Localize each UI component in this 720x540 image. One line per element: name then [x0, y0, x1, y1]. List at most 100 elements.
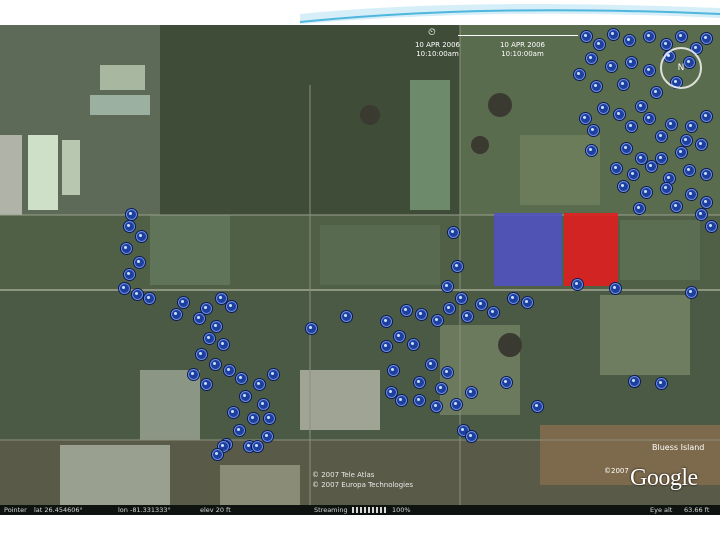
placemark-icon[interactable]: [636, 101, 647, 112]
placemark-icon[interactable]: [396, 395, 407, 406]
placemark-icon[interactable]: [701, 111, 712, 122]
placemark-icon[interactable]: [686, 121, 697, 132]
placemark-icon[interactable]: [666, 119, 677, 130]
placemark-icon[interactable]: [381, 341, 392, 352]
placemark-icon[interactable]: [696, 209, 707, 220]
time-slider[interactable]: ⏲ 10 APR 2006 10:10:00am 10 APR 2006 10:…: [410, 27, 610, 67]
placemark-icon[interactable]: [636, 153, 647, 164]
placemark-icon[interactable]: [224, 365, 235, 376]
placemark-icon[interactable]: [381, 316, 392, 327]
placemark-icon[interactable]: [408, 339, 419, 350]
placemark-icon[interactable]: [134, 257, 145, 268]
placemark-icon[interactable]: [618, 79, 629, 90]
placemark-icon[interactable]: [686, 287, 697, 298]
placemark-icon[interactable]: [656, 131, 667, 142]
placemark-icon[interactable]: [306, 323, 317, 334]
placemark-icon[interactable]: [676, 31, 687, 42]
placemark-icon[interactable]: [611, 163, 622, 174]
placemark-icon[interactable]: [624, 35, 635, 46]
placemark-icon[interactable]: [248, 413, 259, 424]
placemark-icon[interactable]: [216, 293, 227, 304]
placemark-icon[interactable]: [641, 187, 652, 198]
placemark-icon[interactable]: [240, 391, 251, 402]
placemark-icon[interactable]: [532, 401, 543, 412]
placemark-icon[interactable]: [121, 243, 132, 254]
placemark-icon[interactable]: [416, 309, 427, 320]
placemark-icon[interactable]: [574, 69, 585, 80]
placemark-icon[interactable]: [201, 379, 212, 390]
placemark-icon[interactable]: [401, 305, 412, 316]
placemark-icon[interactable]: [204, 333, 215, 344]
placemark-icon[interactable]: [621, 143, 632, 154]
placemark-icon[interactable]: [136, 231, 147, 242]
placemark-icon[interactable]: [388, 365, 399, 376]
placemark-icon[interactable]: [414, 395, 425, 406]
placemark-icon[interactable]: [626, 57, 637, 68]
placemark-icon[interactable]: [178, 297, 189, 308]
placemark-icon[interactable]: [586, 145, 597, 156]
placemark-icon[interactable]: [629, 376, 640, 387]
placemark-icon[interactable]: [119, 283, 130, 294]
placemark-icon[interactable]: [591, 81, 602, 92]
placemark-icon[interactable]: [262, 431, 273, 442]
placemark-icon[interactable]: [701, 197, 712, 208]
placemark-icon[interactable]: [681, 135, 692, 146]
placemark-icon[interactable]: [572, 279, 583, 290]
placemark-icon[interactable]: [656, 378, 667, 389]
placemark-icon[interactable]: [442, 281, 453, 292]
placemark-icon[interactable]: [171, 309, 182, 320]
placemark-icon[interactable]: [226, 301, 237, 312]
placemark-icon[interactable]: [452, 261, 463, 272]
placemark-icon[interactable]: [386, 387, 397, 398]
placemark-icon[interactable]: [644, 113, 655, 124]
placemark-icon[interactable]: [132, 289, 143, 300]
placemark-icon[interactable]: [476, 299, 487, 310]
placemark-icon[interactable]: [414, 377, 425, 388]
placemark-icon[interactable]: [701, 169, 712, 180]
placemark-icon[interactable]: [341, 311, 352, 322]
placemark-icon[interactable]: [588, 125, 599, 136]
placemark-icon[interactable]: [676, 147, 687, 158]
placemark-icon[interactable]: [634, 203, 645, 214]
placemark-icon[interactable]: [466, 387, 477, 398]
placemark-icon[interactable]: [258, 399, 269, 410]
placemark-icon[interactable]: [236, 373, 247, 384]
placemark-icon[interactable]: [701, 33, 712, 44]
placemark-icon[interactable]: [254, 379, 265, 390]
placemark-icon[interactable]: [426, 359, 437, 370]
placemark-icon[interactable]: [228, 407, 239, 418]
placemark-icon[interactable]: [201, 303, 212, 314]
placemark-icon[interactable]: [626, 121, 637, 132]
placemark-icon[interactable]: [124, 269, 135, 280]
placemark-icon[interactable]: [508, 293, 519, 304]
placemark-icon[interactable]: [644, 31, 655, 42]
placemark-icon[interactable]: [696, 139, 707, 150]
placemark-icon[interactable]: [451, 399, 462, 410]
placemark-icon[interactable]: [671, 201, 682, 212]
placemark-icon[interactable]: [646, 161, 657, 172]
placemark-icon[interactable]: [522, 297, 533, 308]
clock-icon[interactable]: ⏲: [428, 27, 436, 38]
placemark-icon[interactable]: [618, 181, 629, 192]
placemark-icon[interactable]: [442, 367, 453, 378]
placemark-icon[interactable]: [651, 87, 662, 98]
placemark-icon[interactable]: [194, 313, 205, 324]
placemark-icon[interactable]: [580, 113, 591, 124]
placemark-icon[interactable]: [661, 39, 672, 50]
placemark-icon[interactable]: [656, 153, 667, 164]
placemark-icon[interactable]: [686, 189, 697, 200]
placemark-icon[interactable]: [218, 339, 229, 350]
placemark-icon[interactable]: [444, 303, 455, 314]
placemark-icon[interactable]: [126, 209, 137, 220]
placemark-icon[interactable]: [448, 227, 459, 238]
placemark-icon[interactable]: [252, 441, 263, 452]
satellite-map[interactable]: ⏲ 10 APR 2006 10:10:00am 10 APR 2006 10:…: [0, 25, 720, 512]
placemark-icon[interactable]: [264, 413, 275, 424]
time-slider-track[interactable]: [458, 35, 578, 36]
placemark-icon[interactable]: [598, 103, 609, 114]
placemark-icon[interactable]: [661, 183, 672, 194]
placemark-icon[interactable]: [431, 401, 442, 412]
placemark-icon[interactable]: [144, 293, 155, 304]
placemark-icon[interactable]: [706, 221, 717, 232]
placemark-icon[interactable]: [124, 221, 135, 232]
